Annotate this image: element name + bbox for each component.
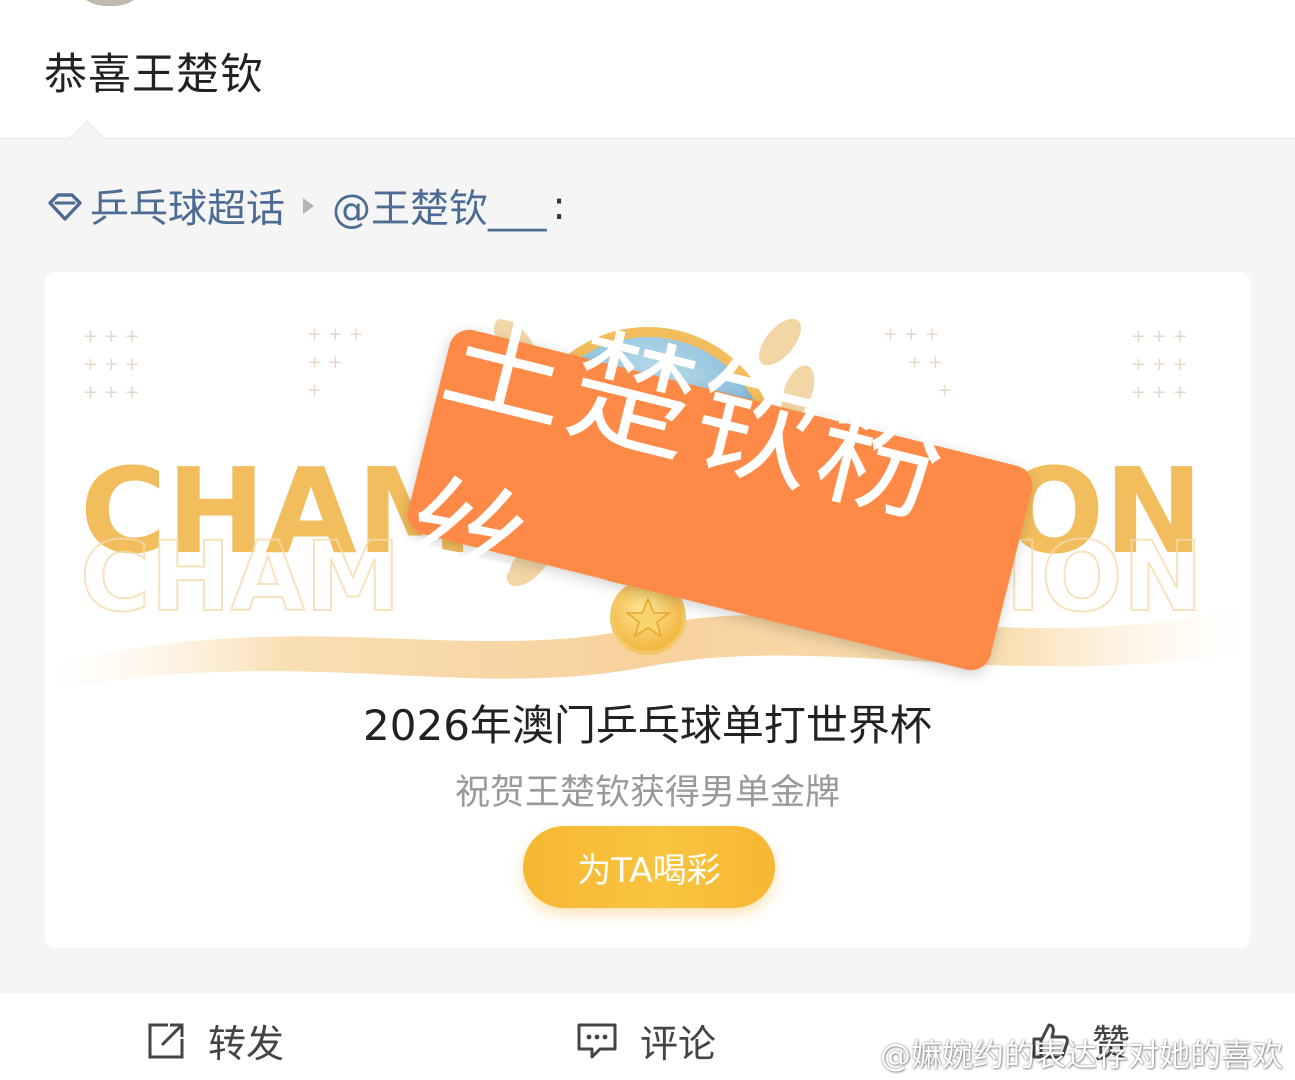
svg-text:+ +: + + (307, 352, 343, 373)
svg-text:+ + +: + + + (1131, 354, 1188, 375)
svg-text:+ + +: + + + (1131, 382, 1188, 403)
svg-text:+: + (307, 380, 322, 401)
fan-overlay-stamp: 王楚钦粉丝 (387, 282, 1037, 675)
svg-text:+ + +: + + + (83, 354, 140, 375)
repost-label: 转发 (208, 1022, 285, 1066)
svg-text:+ + +: + + + (1131, 326, 1188, 347)
comment-label: 评论 (640, 1022, 717, 1066)
avatar[interactable] (70, 0, 150, 6)
weibo-watermark: @嫲婉约的表达存对她的喜欢 (834, 1030, 1283, 1075)
arrow-right-icon (303, 198, 315, 214)
card-title: 2026年澳门乒乓球单打世界杯 (363, 701, 932, 750)
supertopic-diamond-icon (48, 193, 82, 221)
weibo-logo-icon (834, 1040, 872, 1068)
supertopic-link[interactable]: 乒乓球超话 (90, 178, 285, 234)
repost-header: 乒乓球超话 @王楚钦___ : (44, 180, 566, 232)
svg-text:+ + +: + + + (83, 382, 140, 403)
card-subtitle: 祝贺王楚钦获得男单金牌 (454, 773, 840, 813)
repost-button[interactable]: 转发 (146, 1013, 284, 1068)
svg-text:+ + +: + + + (83, 326, 140, 347)
comment-icon (577, 1023, 617, 1058)
watermark-text: @嫲婉约的表达存对她的喜欢 (880, 1038, 1283, 1074)
svg-text:+ + +: + + + (307, 324, 364, 345)
comment-button[interactable]: 评论 (576, 1013, 716, 1068)
post-text: 恭喜王楚钦 (44, 50, 264, 100)
author-colon: : (552, 183, 566, 229)
svg-text:+ + +: + + + (883, 324, 940, 345)
cheer-button[interactable]: 为TA喝彩 (523, 826, 775, 908)
banner-word-left-echo: CHAM (80, 521, 401, 633)
original-author-link[interactable]: @王楚钦___ (332, 178, 547, 234)
repost-icon (148, 1023, 184, 1058)
